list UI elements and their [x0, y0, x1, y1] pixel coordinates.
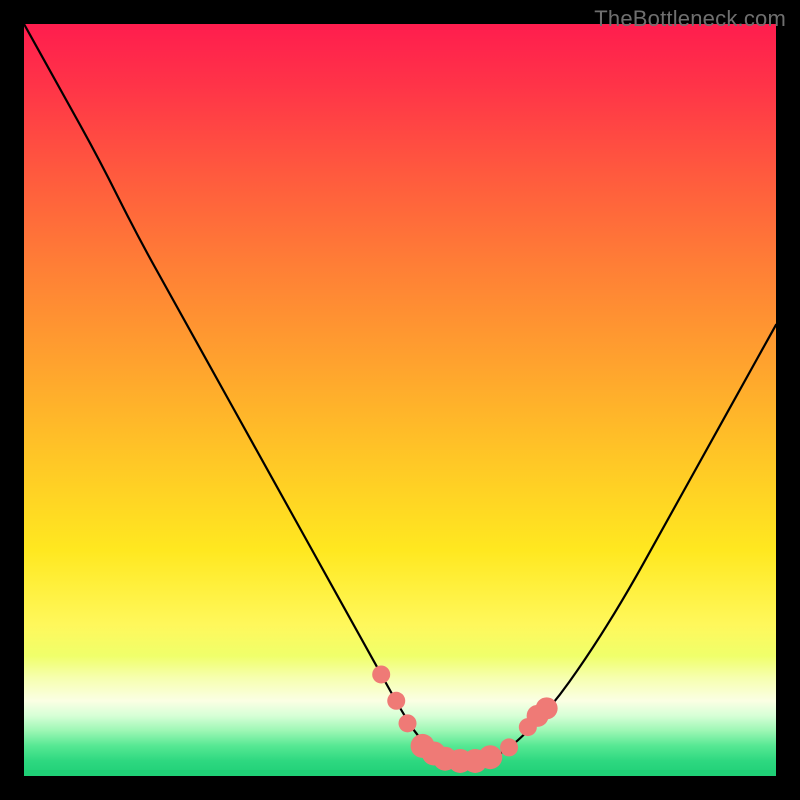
plot-gradient-background	[24, 24, 776, 776]
chart-frame: TheBottleneck.com	[0, 0, 800, 800]
watermark-label: TheBottleneck.com	[594, 6, 786, 32]
baseline-optimal-band	[24, 770, 776, 776]
